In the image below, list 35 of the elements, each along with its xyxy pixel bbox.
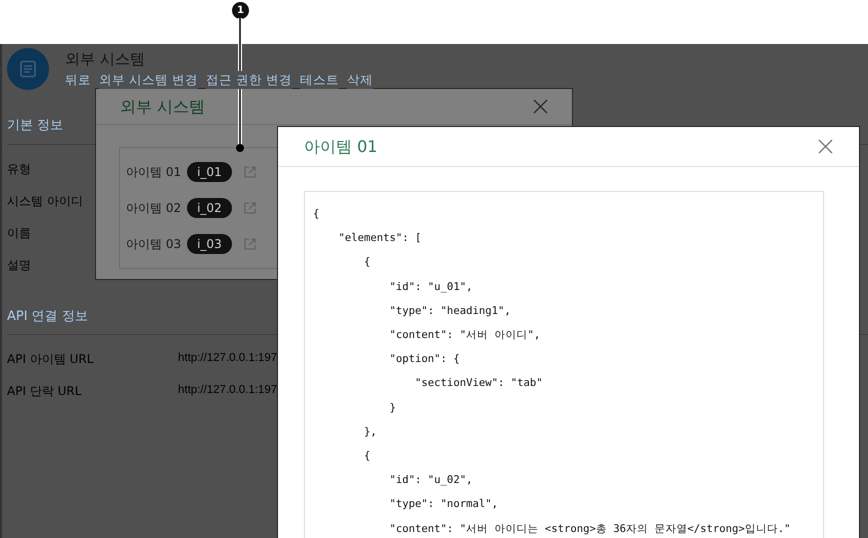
code-line: { bbox=[363, 449, 372, 464]
code-line: "type": "normal", bbox=[388, 497, 499, 512]
field-label: 설명 bbox=[7, 258, 31, 272]
field-label: API 단락 URL bbox=[7, 384, 82, 398]
item-label: 아이템 02 bbox=[126, 200, 182, 217]
field-label: API 아이템 URL bbox=[7, 352, 94, 366]
code-line: "content": "서버 아이디는 <strong>총 36자의 문자열</strong>입니다." bbox=[388, 522, 792, 537]
page-title: 외부 시스템 bbox=[65, 49, 146, 70]
code-line: { bbox=[363, 255, 372, 270]
item-code-badge: i_03 bbox=[187, 234, 232, 254]
field-label: 유형 bbox=[7, 162, 31, 176]
code-line: "id": "u_02", bbox=[388, 473, 474, 488]
item-label: 아이템 01 bbox=[126, 164, 182, 181]
code-line: }, bbox=[363, 424, 378, 440]
field-label: 시스템 아이디 bbox=[7, 194, 83, 208]
code-line: "type": "heading1", bbox=[388, 304, 512, 319]
code-line: "sectionView": "tab" bbox=[414, 376, 544, 392]
external-link-icon[interactable] bbox=[244, 166, 256, 178]
external-link-icon[interactable] bbox=[244, 202, 256, 214]
nav-link[interactable]: 접근 권한 변경 bbox=[206, 70, 292, 90]
item-code-badge: i_01 bbox=[187, 162, 232, 182]
code-line: { bbox=[313, 207, 320, 222]
document-icon bbox=[7, 48, 49, 90]
code-line: "option": { bbox=[388, 352, 461, 368]
field-value: http://127.0.0.1:197 bbox=[178, 351, 278, 366]
code-line: "id": "u_01", bbox=[388, 280, 474, 295]
close-button[interactable] bbox=[818, 139, 833, 154]
field-label: 이름 bbox=[7, 226, 31, 240]
item-label: 아이템 03 bbox=[126, 236, 182, 253]
code-line: } bbox=[388, 400, 397, 416]
external-link-icon[interactable] bbox=[244, 238, 256, 250]
field-value: http://127.0.0.1:197 bbox=[178, 383, 278, 398]
close-button[interactable] bbox=[533, 99, 548, 114]
code-line: "elements": [ bbox=[338, 231, 422, 246]
item-code-badge: i_02 bbox=[187, 198, 232, 218]
